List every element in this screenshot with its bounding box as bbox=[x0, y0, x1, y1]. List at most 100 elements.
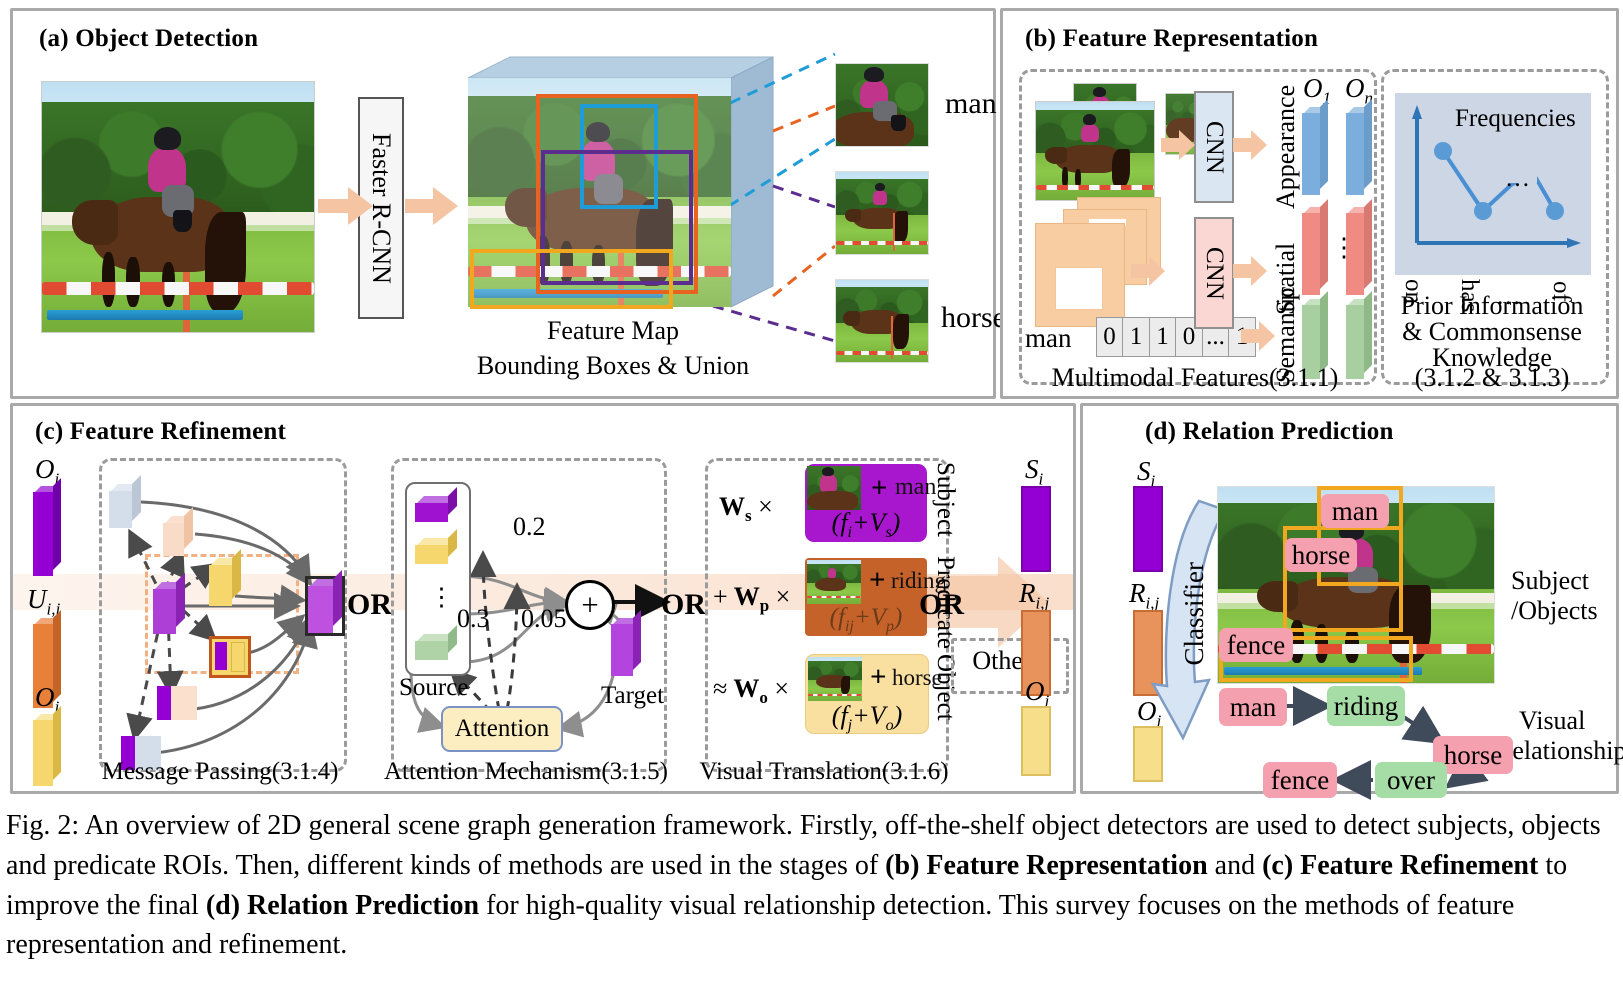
attention-weight-2: 0.3 bbox=[457, 604, 490, 633]
plus-glyph: + bbox=[581, 587, 599, 622]
bars-ellipsis: ⋮ bbox=[1331, 233, 1357, 262]
op-sym: ≈ bbox=[713, 674, 728, 703]
translation-weight-subject: Ws × bbox=[719, 492, 773, 526]
translation-role-subject: Subject bbox=[932, 462, 959, 537]
figure-root: (a) Object Detection Faster R-CNN Featur… bbox=[0, 0, 1623, 1004]
attention-source-label: Source bbox=[399, 674, 469, 701]
caption-bold-c: (c) Feature Refinement bbox=[1262, 849, 1539, 881]
panel-object-detection: (a) Object Detection Faster R-CNN Featur… bbox=[10, 8, 1006, 399]
or-label-1: OR bbox=[347, 588, 392, 621]
mp-node-gray bbox=[109, 475, 141, 528]
translation-formula-predicate: (fij+Vp) bbox=[829, 604, 903, 635]
panel-feature-refinement: (c) Feature Refinement Oi Ui,j Oj Messag… bbox=[10, 403, 1076, 794]
weight-sub: p bbox=[759, 596, 770, 616]
f-sym: f bbox=[840, 508, 848, 537]
attention-sum-node: + bbox=[565, 580, 615, 630]
crop-union bbox=[835, 171, 929, 255]
mp-node-peach bbox=[163, 507, 193, 556]
weight-sym: W bbox=[733, 674, 760, 703]
f-sym: f bbox=[838, 604, 845, 631]
v-sym: V bbox=[870, 604, 886, 631]
panel-feature-representation: (b) Feature Representation man 0 1 1 0 .… bbox=[1000, 8, 1619, 399]
translation-card-predicate: + riding (fij+Vp) bbox=[805, 558, 946, 636]
mp-node-union bbox=[209, 636, 251, 678]
feature-bar-appearance-n bbox=[1346, 99, 1372, 195]
output-label-rij: Ri,j bbox=[1019, 578, 1049, 613]
out-sym: R bbox=[1019, 578, 1036, 608]
prior-caption-line-4: (3.1.2 & 3.1.3) bbox=[1414, 363, 1570, 392]
modality-label-appearance: Appearance bbox=[1271, 84, 1300, 209]
f-sub: i bbox=[847, 524, 852, 542]
attention-target-label: Target bbox=[601, 682, 665, 709]
mult-sym: × bbox=[758, 492, 773, 521]
object-sym: O bbox=[1303, 73, 1323, 103]
translation-thumb-subject bbox=[807, 466, 861, 510]
v-sub: s bbox=[885, 524, 892, 542]
graph-node-riding: riding bbox=[1327, 686, 1405, 726]
source-item-yellow bbox=[415, 529, 457, 564]
attention-weight-3: 0.05 bbox=[521, 604, 567, 633]
output-label-si: Si bbox=[1025, 454, 1043, 489]
feature-bar-spatial-1 bbox=[1302, 199, 1328, 295]
attention-module-label: Attention bbox=[454, 715, 550, 742]
scene-graph-arrows bbox=[1285, 686, 1489, 800]
visual-translation-caption: Visual Translation(3.1.6) bbox=[699, 758, 949, 785]
translation-thumb-predicate bbox=[807, 560, 861, 604]
caption-mid-1: and bbox=[1207, 849, 1263, 881]
mult-sym: × bbox=[774, 674, 789, 703]
attention-caption: Attention Mechanism(3.1.5) bbox=[384, 758, 668, 785]
v-sub: o bbox=[885, 717, 894, 735]
op-sym: + bbox=[713, 582, 728, 611]
f-sym: f bbox=[840, 701, 848, 730]
translation-weight-object: ≈ Wo × bbox=[713, 674, 789, 708]
mp-node-yellow bbox=[209, 549, 241, 606]
frequency-chart-ellipsis: … bbox=[1505, 165, 1533, 192]
weight-sub: o bbox=[759, 688, 768, 708]
mult-sym: × bbox=[775, 582, 791, 611]
attention-target-bar bbox=[611, 610, 641, 676]
attention-module-box: Attention bbox=[441, 706, 563, 752]
v-sym: V bbox=[869, 508, 886, 537]
multimodal-caption: Multimodal Features(3.1.1) bbox=[1051, 363, 1339, 392]
frequency-chart: Frequencies … bbox=[1395, 93, 1591, 275]
crop-horse bbox=[835, 279, 929, 363]
crop-label-horse: horse bbox=[941, 301, 1006, 334]
message-passing-caption: Message Passing(3.1.4) bbox=[101, 758, 339, 785]
or-label-2: OR bbox=[661, 588, 706, 621]
figure-caption: Fig. 2: An overview of 2D general scene … bbox=[6, 806, 1618, 965]
weight-sym: W bbox=[733, 582, 760, 611]
f-sub: j bbox=[847, 717, 853, 735]
or-label-3: OR bbox=[919, 588, 964, 621]
v-sub: p bbox=[886, 618, 894, 635]
output-bar-oj bbox=[1021, 706, 1051, 776]
translation-formula-object: (fj+Vo) bbox=[831, 701, 903, 735]
bbox-fence-yellow bbox=[470, 249, 673, 309]
crop-label-man: man bbox=[945, 87, 997, 120]
source-item-purple bbox=[415, 487, 457, 522]
attention-weight-1: 0.2 bbox=[513, 512, 546, 541]
f-sub: ij bbox=[844, 618, 854, 635]
translation-formula-subject: (fi+Vs) bbox=[831, 508, 901, 542]
weight-sub: s bbox=[745, 506, 752, 526]
panel-relation-prediction: (d) Relation Prediction Si Ri,j Oj Class… bbox=[1080, 403, 1623, 800]
caption-bold-d: (d) Relation Prediction bbox=[205, 889, 480, 921]
source-ellipsis: ⋮ bbox=[429, 584, 454, 611]
translation-thumb-object bbox=[808, 657, 862, 701]
crop-man bbox=[835, 63, 929, 147]
out-sym: S bbox=[1025, 454, 1039, 484]
translation-card-subject: + man (fi+Vs) bbox=[805, 464, 936, 542]
translation-weight-predicate: + Wp × bbox=[713, 582, 790, 616]
translation-card-object: + horse (fj+Vo) bbox=[805, 654, 942, 735]
weight-sym: W bbox=[719, 492, 745, 521]
source-item-green bbox=[415, 625, 457, 660]
mp-node-pair-top bbox=[157, 686, 197, 720]
caption-bold-b: (b) Feature Representation bbox=[885, 849, 1208, 881]
mp-node-purple bbox=[153, 573, 185, 634]
object-sym: O bbox=[1345, 73, 1365, 103]
feature-bar-appearance-1 bbox=[1302, 99, 1328, 195]
graph-node-man: man bbox=[1219, 688, 1287, 726]
feature-map-caption-2: Bounding Boxes & Union bbox=[476, 351, 750, 380]
output-bar-si bbox=[1021, 486, 1051, 572]
mp-node-target bbox=[305, 570, 345, 636]
out-sym: O bbox=[1025, 676, 1045, 706]
